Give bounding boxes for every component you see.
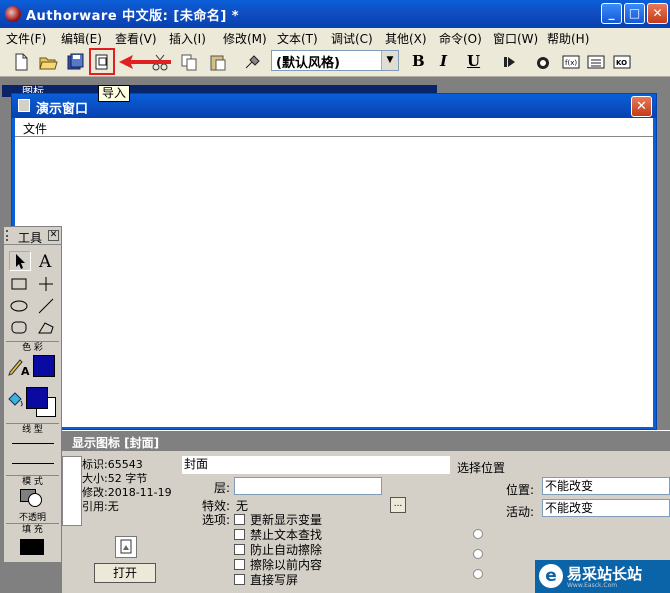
paint-bucket-icon[interactable] — [5, 389, 27, 409]
import-highlight-box — [89, 48, 115, 75]
presentation-menu-bar: 文件 — [15, 118, 653, 137]
presentation-close-button[interactable]: ✕ — [631, 96, 652, 117]
radio-option-3[interactable] — [473, 569, 483, 579]
watermark-logo-icon: e — [539, 564, 563, 588]
radio-option-2[interactable] — [473, 549, 483, 559]
svg-text:f(x): f(x) — [565, 59, 577, 67]
run-icon[interactable] — [500, 52, 520, 72]
mode-section-label: 模 式 — [6, 475, 59, 487]
text-tool-icon[interactable]: A — [36, 251, 58, 271]
svg-text:KO: KO — [616, 59, 627, 67]
knowledge-objects-icon[interactable]: KO — [612, 52, 632, 72]
authorware-app-icon — [5, 6, 21, 22]
close-icon[interactable]: ✕ — [48, 230, 59, 241]
menu-command[interactable]: 命令(O) — [439, 30, 482, 47]
effect-browse-button[interactable]: ... — [390, 497, 406, 513]
menu-debug[interactable]: 调试(C) — [331, 30, 373, 47]
menu-help[interactable]: 帮助(H) — [547, 30, 589, 47]
red-arrow-annotation — [119, 55, 171, 69]
menu-modify[interactable]: 修改(M) — [223, 30, 267, 47]
functions-icon[interactable]: f(x) — [561, 52, 581, 72]
position-label: 位置: — [506, 483, 535, 497]
app-title-bar: Authorware 中文版: [未命名] * _ □ ✕ — [0, 0, 670, 28]
color-section-label: 色 彩 — [6, 341, 59, 353]
line-style-section-label: 线 型 — [6, 423, 59, 435]
text-style-select[interactable]: (默认风格) ▼ — [271, 50, 399, 71]
window-icon — [18, 99, 30, 112]
icon-name-field[interactable]: 封面 — [182, 456, 450, 474]
watermark-text: 易采站长站 — [567, 565, 643, 583]
variables-icon[interactable] — [586, 52, 606, 72]
active-label: 活动: — [506, 505, 535, 519]
svg-text:A: A — [38, 252, 52, 269]
import-tooltip: 导入 — [98, 85, 131, 102]
control-panel-icon[interactable] — [533, 52, 553, 72]
tools-palette: 工具 ✕ A 色 彩 A 线 型 模 式 不透明 填 充 — [3, 226, 62, 563]
grip-icon[interactable] — [6, 230, 10, 241]
rectangle-tool-icon[interactable] — [9, 275, 31, 295]
crosshair-tool-icon[interactable] — [36, 275, 58, 295]
menu-bar: 文件(F) 编辑(E) 查看(V) 插入(I) 修改(M) 文本(T) 调试(C… — [0, 28, 670, 47]
svg-text:A: A — [21, 365, 30, 377]
open-folder-icon[interactable] — [38, 52, 58, 72]
select-position-label: 选择位置 — [457, 461, 506, 475]
position-select[interactable]: 不能改变 — [542, 477, 670, 495]
find-icon[interactable] — [243, 52, 263, 72]
presentation-title: 演示窗口 — [36, 102, 89, 117]
presentation-menu-file[interactable]: 文件 — [23, 120, 47, 137]
thin-line-option[interactable] — [12, 443, 54, 444]
presentation-window: 演示窗口 ✕ 文件 — [11, 93, 657, 430]
minimize-button[interactable]: _ — [601, 3, 622, 24]
properties-header: 显示图标 [封面] — [62, 431, 670, 451]
close-button[interactable]: ✕ — [647, 3, 668, 24]
tools-palette-title: 工具 — [18, 231, 43, 245]
bold-button[interactable]: B — [412, 52, 425, 70]
fill-section-label: 填 充 — [6, 523, 59, 535]
chevron-down-icon[interactable]: ▼ — [381, 51, 398, 70]
menu-view[interactable]: 查看(V) — [115, 30, 157, 47]
menu-insert[interactable]: 插入(I) — [169, 30, 206, 47]
display-icon — [115, 536, 137, 558]
fill-pattern-swatch[interactable] — [20, 539, 44, 555]
tools-palette-header: 工具 ✕ — [4, 227, 61, 245]
line-style-option[interactable] — [12, 463, 54, 464]
save-all-icon[interactable] — [65, 52, 85, 72]
stroke-color-swatch[interactable] — [33, 355, 55, 377]
reference-info: 引用:无 — [82, 500, 119, 513]
new-icon[interactable] — [11, 52, 31, 72]
options-label: 选项: — [202, 513, 231, 527]
radio-option-1[interactable] — [473, 529, 483, 539]
foreground-color-swatch[interactable] — [26, 387, 48, 409]
underline-button[interactable]: U — [467, 52, 480, 70]
direct-to-screen-checkbox[interactable]: 直接写屏 — [234, 571, 298, 588]
maximize-button[interactable]: □ — [624, 3, 645, 24]
polygon-tool-icon[interactable] — [36, 319, 58, 339]
layer-label: 层: — [214, 481, 231, 495]
app-title: Authorware 中文版: [未命名] * — [26, 9, 240, 24]
open-button[interactable]: 打开 — [94, 563, 156, 583]
mode-opaque-icon[interactable] — [20, 489, 46, 507]
menu-window[interactable]: 窗口(W) — [493, 30, 538, 47]
presentation-canvas[interactable] — [15, 137, 653, 427]
layer-input[interactable] — [234, 477, 382, 495]
rounded-rectangle-tool-icon[interactable] — [9, 319, 31, 339]
ellipse-tool-icon[interactable] — [9, 297, 31, 317]
line-tool-icon[interactable] — [36, 297, 58, 317]
menu-edit[interactable]: 编辑(E) — [61, 30, 102, 47]
menu-other[interactable]: 其他(X) — [385, 30, 427, 47]
pointer-tool-icon[interactable] — [9, 251, 31, 271]
menu-text[interactable]: 文本(T) — [277, 30, 318, 47]
italic-button[interactable]: I — [440, 52, 447, 70]
pencil-color-icon[interactable]: A — [7, 357, 30, 377]
properties-title: 显示图标 [封面] — [72, 436, 160, 450]
watermark-url: Www.Easck.Com — [567, 582, 618, 589]
active-select[interactable]: 不能改变 — [542, 499, 670, 517]
menu-file[interactable]: 文件(F) — [6, 30, 46, 47]
text-style-value: (默认风格) — [276, 56, 340, 71]
mode-value: 不透明 — [18, 513, 46, 523]
site-watermark: e 易采站长站 Www.Easck.Com — [535, 560, 670, 593]
paste-icon[interactable] — [208, 52, 228, 72]
copy-icon[interactable] — [179, 52, 199, 72]
icon-preview-box — [62, 456, 82, 526]
